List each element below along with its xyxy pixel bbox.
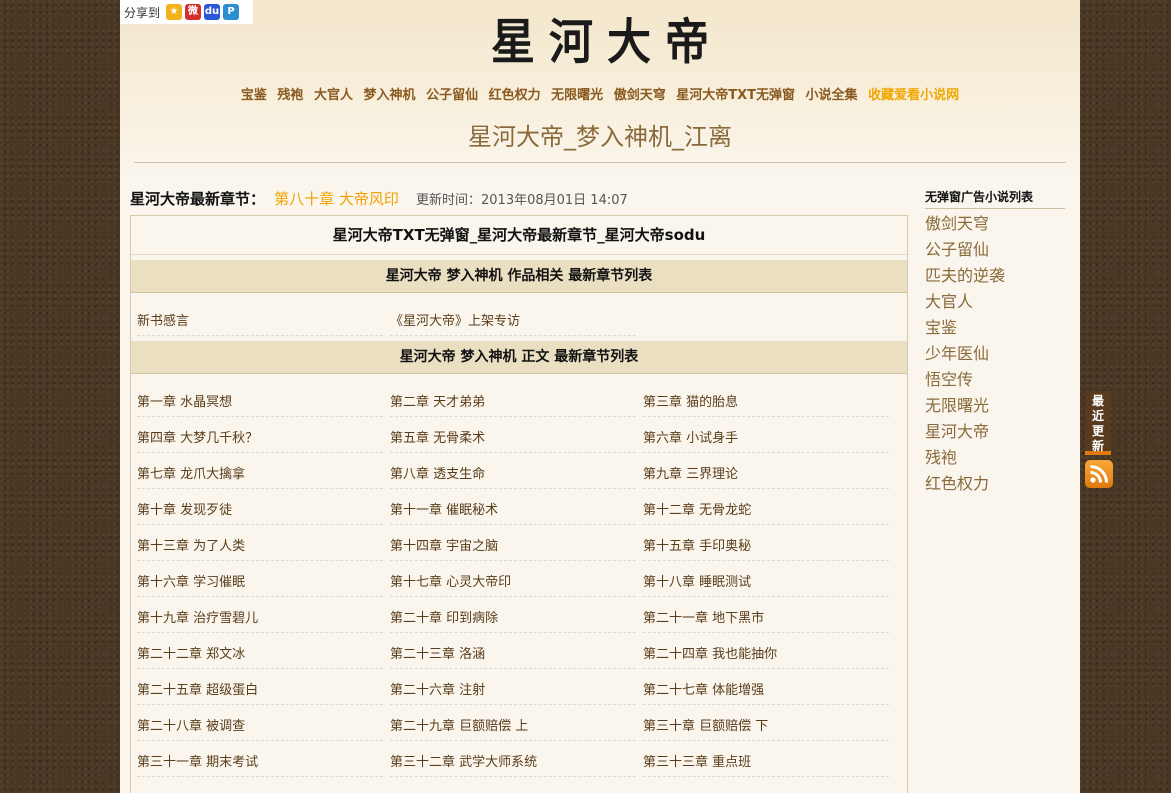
chapter-link[interactable]: 第八章 透支生命 (390, 461, 636, 489)
sidebar-novel-link[interactable]: 宝鉴 (925, 314, 957, 338)
baidu-icon[interactable]: du (204, 4, 221, 20)
chapter-link[interactable]: 第六章 小试身手 (643, 425, 889, 453)
weibo-icon[interactable]: 微 (185, 4, 202, 20)
chapter-link[interactable]: 第二十一章 地下黑市 (643, 605, 889, 633)
latest-label: 星河大帝最新章节： (130, 190, 266, 208)
sidebar-novel-link[interactable]: 公子留仙 (925, 236, 989, 260)
chapter-link[interactable]: 第十七章 心灵大帝印 (390, 569, 636, 597)
sidebar-novel-link[interactable]: 红色权力 (925, 470, 989, 494)
latest-chapter-line: 星河大帝最新章节： 第八十章 大帝风印 更新时间：2013年08月01日 14:… (130, 188, 628, 209)
nav-link[interactable]: 星河大帝TXT无弹窗 (676, 88, 795, 103)
pengyou-icon[interactable]: P (223, 4, 240, 20)
nav-link[interactable]: 大官人 (314, 88, 353, 103)
sidebar-novel-link[interactable]: 星河大帝 (925, 418, 989, 442)
chapter-link[interactable]: 第二十六章 注射 (390, 677, 636, 705)
rss-glyph (1090, 465, 1108, 483)
chapter-link[interactable]: 第十九章 治疗雪碧儿 (137, 605, 383, 633)
page-title: 星河大帝_梦入神机_江离 (468, 123, 732, 151)
recent-updates-char: 最 (1091, 394, 1104, 408)
chapter-link[interactable]: 第二十八章 被调查 (137, 713, 383, 741)
top-nav: 宝鉴 残袍 大官人 梦入神机 公子留仙 红色权力 无限曙光 傲剑天穹 星河大帝T… (120, 84, 1080, 103)
nav-link[interactable]: 梦入神机 (364, 88, 416, 103)
header: 分享到 ★ 微 du P 星 河 大 帝 宝鉴 残袍 大官人 梦入神机 公子留仙… (120, 0, 1080, 180)
share-label: 分享到 (124, 5, 161, 20)
sidebar-novel-link[interactable]: 大官人 (925, 288, 973, 312)
recent-updates-char: 新 (1091, 439, 1104, 453)
related-item[interactable]: 《星河大帝》上架专访 (390, 308, 636, 336)
sidebar-novel-link[interactable]: 少年医仙 (925, 340, 989, 364)
chapter-link[interactable]: 第三十三章 重点班 (643, 749, 889, 777)
latest-chapter-link[interactable]: 第八十章 大帝风印 (274, 190, 399, 208)
chapter-link[interactable]: 第二十章 印到病除 (390, 605, 636, 633)
update-time: 2013年08月01日 14:07 (481, 193, 628, 208)
nav-link[interactable]: 红色权力 (489, 88, 541, 103)
sidebar-novel-link[interactable]: 匹夫的逆袭 (925, 262, 1005, 286)
logo-char: 大 (607, 14, 651, 71)
nav-link[interactable]: 小说全集 (806, 88, 858, 103)
sidebar-novel-link[interactable]: 傲剑天穹 (925, 210, 989, 234)
rss-icon[interactable] (1085, 460, 1113, 488)
chapter-link[interactable]: 第十一章 催眠秘术 (390, 497, 636, 525)
chapter-link[interactable]: 第二十二章 郑文冰 (137, 641, 383, 669)
sidebar-novel-link[interactable]: 无限曙光 (925, 392, 989, 416)
chapter-link[interactable]: 第十八章 睡眠测试 (643, 569, 889, 597)
chapter-link[interactable]: 第三章 猫的胎息 (643, 389, 889, 417)
chapter-link[interactable]: 第九章 三界理论 (643, 461, 889, 489)
chapter-link[interactable]: 第十五章 手印奥秘 (643, 533, 889, 561)
chapter-link[interactable]: 第二章 天才弟弟 (390, 389, 636, 417)
chapter-link[interactable]: 第一章 水晶冥想 (137, 389, 383, 417)
update-label: 更新时间： (415, 193, 481, 208)
sidebar: 无弹窗广告小说列表 傲剑天穹 公子留仙 匹夫的逆袭 大官人 宝鉴 少年医仙 悟空传 无限曙光星… (925, 188, 1065, 493)
chapter-link[interactable]: 第四章 大梦几千秋？ (137, 425, 383, 453)
chapter-link[interactable]: 第七章 龙爪大擒拿 (137, 461, 383, 489)
logo-char: 河 (549, 14, 593, 71)
sidebar-title: 无弹窗广告小说列表 (925, 188, 1065, 209)
share-bar: 分享到 ★ 微 du P (120, 0, 253, 24)
chapter-link[interactable]: 第三十章 巨额赔偿 下 (643, 713, 889, 741)
chapter-link[interactable]: 第三十二章 武学大师系统 (390, 749, 636, 777)
page-container: 分享到 ★ 微 du P 星 河 大 帝 宝鉴 残袍 大官人 梦入神机 公子留仙… (120, 0, 1080, 793)
chapter-link[interactable]: 第二十三章 洛涵 (390, 641, 636, 669)
chapter-link[interactable]: 第十四章 宇宙之脑 (390, 533, 636, 561)
chapter-link[interactable]: 第三十一章 期末考试 (137, 749, 383, 777)
logo-char: 星 (491, 14, 535, 71)
recent-updates-char: 近 (1091, 409, 1104, 423)
chapter-link[interactable]: 第二十九章 巨额赔偿 上 (390, 713, 636, 741)
nav-link[interactable]: 宝鉴 (241, 88, 267, 103)
chapter-link[interactable]: 第二十五章 超级蛋白 (137, 677, 383, 705)
section-header-related: 星河大帝 梦入神机 作品相关 最新章节列表 (131, 260, 907, 293)
recent-updates-char: 更 (1091, 424, 1104, 438)
section-header-body: 星河大帝 梦入神机 正文 最新章节列表 (131, 341, 907, 374)
divider (134, 162, 1066, 163)
bookmark-link[interactable]: 收藏爱看小说网 (868, 88, 959, 103)
chapter-link[interactable]: 第十三章 为了人类 (137, 533, 383, 561)
chapter-link[interactable]: 第十六章 学习催眠 (137, 569, 383, 597)
divider (131, 254, 907, 255)
list-title: 星河大帝TXT无弹窗_星河大帝最新章节_星河大帝sodu (332, 226, 706, 244)
recent-updates-label: 最近更新 (1085, 394, 1111, 454)
chapter-link[interactable]: 第十章 发现歹徒 (137, 497, 383, 525)
nav-link[interactable]: 无限曙光 (551, 88, 603, 103)
logo-char: 帝 (665, 14, 709, 71)
sidebar-novel-link[interactable]: 残袍 (925, 444, 957, 468)
related-item[interactable]: 新书感言 (137, 308, 383, 336)
nav-link[interactable]: 傲剑天穹 (614, 88, 666, 103)
qzone-icon[interactable]: ★ (166, 4, 183, 20)
chapter-link[interactable]: 第五章 无骨柔术 (390, 425, 636, 453)
recent-updates-button[interactable]: 最近更新 (1085, 391, 1111, 455)
chapter-link[interactable]: 第二十七章 体能增强 (643, 677, 889, 705)
sidebar-novel-link[interactable]: 悟空传 (925, 366, 973, 390)
chapter-list-box: 星河大帝TXT无弹窗_星河大帝最新章节_星河大帝sodu 星河大帝 梦入神机 作… (130, 215, 908, 793)
chapter-link[interactable]: 第二十四章 我也能抽你 (643, 641, 889, 669)
nav-link[interactable]: 公子留仙 (426, 88, 478, 103)
chapter-link[interactable]: 第十二章 无骨龙蛇 (643, 497, 889, 525)
site-logo[interactable]: 星 河 大 帝 (491, 14, 709, 71)
nav-link[interactable]: 残袍 (277, 88, 303, 103)
